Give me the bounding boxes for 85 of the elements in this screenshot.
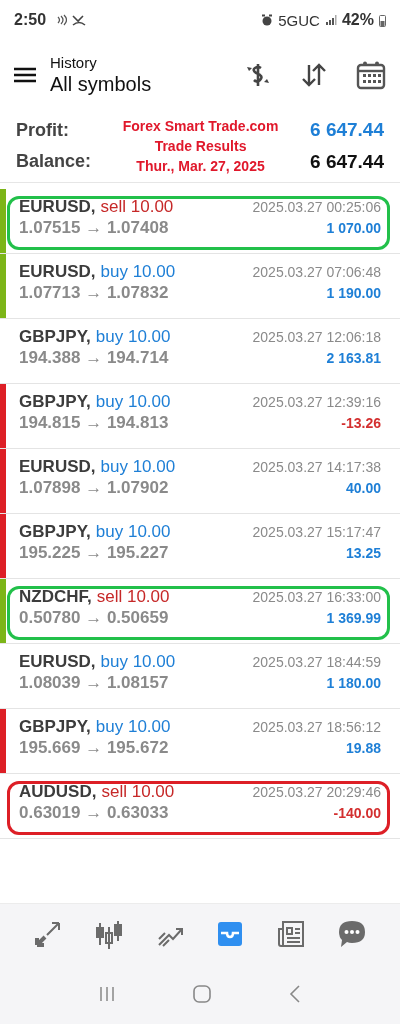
trade-profit: 1 180.00 — [326, 675, 381, 691]
trade-symbol: GBPJPY, — [19, 522, 91, 542]
battery-level: 42% — [341, 11, 374, 29]
trade-row[interactable]: EURUSD, sell 10.00 2025.03.27 00:25:06 1.07515 → 1.07408 1 070.00 — [0, 189, 400, 254]
trade-prices: 1.07713 → 1.07832 — [19, 283, 169, 303]
trade-row[interactable]: NZDCHF, sell 10.00 2025.03.27 16:33:00 0.50780 → 0.50659 1 369.99 — [0, 579, 400, 644]
signal-icon — [324, 14, 337, 26]
trade-time: 2025.03.27 00:25:06 — [252, 199, 381, 215]
summary-label: Profit: — [16, 120, 70, 141]
trade-symbol: EURUSD, — [19, 457, 96, 477]
annotation-text: Trade Results — [154, 137, 247, 156]
trade-row[interactable]: EURUSD, buy 10.00 2025.03.27 07:06:48 1.07713 → 1.07832 1 190.00 — [0, 254, 400, 319]
trade-prices: 1.07898 → 1.07902 — [19, 478, 169, 498]
trade-volume: buy 10.00 — [95, 717, 171, 737]
trade-symbol: EURUSD, — [19, 652, 96, 672]
sort-icon[interactable] — [300, 61, 328, 89]
trade-profit: 1 190.00 — [326, 285, 381, 301]
trade-volume: buy 10.00 — [100, 262, 176, 282]
nfc-icon — [55, 14, 68, 26]
trade-row[interactable]: AUDUSD, sell 10.00 2025.03.27 20:29:46 0.63019 → 0.63033 -140.00 — [0, 774, 400, 839]
trade-prices: 1.08039 → 1.08157 — [19, 673, 169, 693]
chat-bubble-icon[interactable] — [336, 919, 367, 949]
trade-time: 2025.03.27 14:17:38 — [252, 459, 381, 475]
trade-row[interactable]: GBPJPY, buy 10.00 2025.03.27 12:06:18 194.388 → 194.714 2 163.81 — [0, 319, 400, 384]
trade-profit: 19.88 — [345, 740, 381, 756]
home-icon[interactable] — [192, 984, 212, 1004]
trade-profit: 1 369.99 — [326, 610, 381, 626]
trade-row[interactable]: EURUSD, buy 10.00 2025.03.27 18:44:59 1.08039 → 1.08157 1 180.00 — [0, 644, 400, 709]
trade-row[interactable]: GBPJPY, buy 10.00 2025.03.27 15:17:47 195.225 → 195.227 13.25 — [0, 514, 400, 579]
trade-volume: buy 10.00 — [95, 327, 171, 347]
battery-icon — [379, 13, 386, 27]
trade-volume: buy 10.00 — [95, 392, 171, 412]
annotation-text: Thur., Mar. 27, 2025 — [136, 157, 265, 176]
trade-prices: 195.225 → 195.227 — [19, 543, 169, 563]
trade-row[interactable]: GBPJPY, buy 10.00 2025.03.27 18:56:12 195.669 → 195.672 19.88 — [0, 709, 400, 774]
trade-time: 2025.03.27 15:17:47 — [252, 524, 381, 540]
newspaper-icon[interactable] — [275, 919, 306, 949]
back-icon[interactable] — [289, 984, 302, 1004]
trade-profit: 13.25 — [345, 545, 381, 561]
trade-profit: -140.00 — [333, 805, 381, 821]
trade-profit: 2 163.81 — [326, 350, 381, 366]
trade-symbol: GBPJPY, — [19, 717, 91, 737]
trade-prices: 195.669 → 195.672 — [19, 738, 169, 758]
trade-symbol: GBPJPY, — [19, 327, 91, 347]
trade-time: 2025.03.27 18:44:59 — [252, 654, 381, 670]
trade-symbol: NZDCHF, — [19, 587, 92, 607]
menu-icon[interactable] — [14, 67, 36, 83]
status-time: 2:50 — [14, 11, 47, 29]
candlestick-icon[interactable] — [94, 919, 124, 949]
trade-symbol: EURUSD, — [19, 197, 96, 217]
annotation-text: Forex Smart Trade.com — [122, 117, 279, 136]
trade-prices: 0.50780 → 0.50659 — [19, 608, 169, 628]
summary-value: 6 647.44 — [310, 119, 384, 141]
trade-symbol: AUDUSD, — [19, 782, 97, 802]
trade-symbol: GBPJPY, — [19, 392, 91, 412]
summary-value: 6 647.44 — [310, 151, 384, 173]
calendar-icon[interactable] — [356, 60, 386, 90]
trade-volume: buy 10.00 — [100, 457, 176, 477]
trade-volume: sell 10.00 — [96, 587, 170, 607]
trade-volume: buy 10.00 — [100, 652, 176, 672]
trade-prices: 0.63019 → 0.63033 — [19, 803, 169, 823]
currency-exchange-icon[interactable] — [244, 61, 272, 89]
trade-time: 2025.03.27 12:39:16 — [252, 394, 381, 410]
trade-profit: 40.00 — [345, 480, 381, 496]
trade-time: 2025.03.27 07:06:48 — [252, 264, 381, 280]
screen-title: History — [50, 54, 98, 71]
trade-prices: 194.815 → 194.813 — [19, 413, 169, 433]
network-label: 5GUC — [278, 11, 320, 29]
trade-prices: 1.07515 → 1.07408 — [19, 218, 169, 238]
trade-profit: 1 070.00 — [326, 220, 381, 236]
trade-volume: buy 10.00 — [95, 522, 171, 542]
trade-time: 2025.03.27 12:06:18 — [252, 329, 381, 345]
trade-time: 2025.03.27 20:29:46 — [252, 784, 381, 800]
summary-label: Balance: — [16, 151, 92, 172]
trade-volume: sell 10.00 — [100, 197, 174, 217]
trade-row[interactable]: GBPJPY, buy 10.00 2025.03.27 12:39:16 194.815 → 194.813 -13.26 — [0, 384, 400, 449]
trade-time: 2025.03.27 16:33:00 — [252, 589, 381, 605]
alarm-icon — [261, 14, 274, 26]
trade-symbol: EURUSD, — [19, 262, 96, 282]
trade-profit: -13.26 — [341, 415, 381, 431]
trade-prices: 194.388 → 194.714 — [19, 348, 169, 368]
trade-time: 2025.03.27 18:56:12 — [252, 719, 381, 735]
trade-volume: sell 10.00 — [101, 782, 175, 802]
trade-row[interactable]: EURUSD, buy 10.00 2025.03.27 14:17:38 1.07898 → 1.07902 40.00 — [0, 449, 400, 514]
symbols-filter[interactable]: All symbols — [50, 73, 216, 96]
